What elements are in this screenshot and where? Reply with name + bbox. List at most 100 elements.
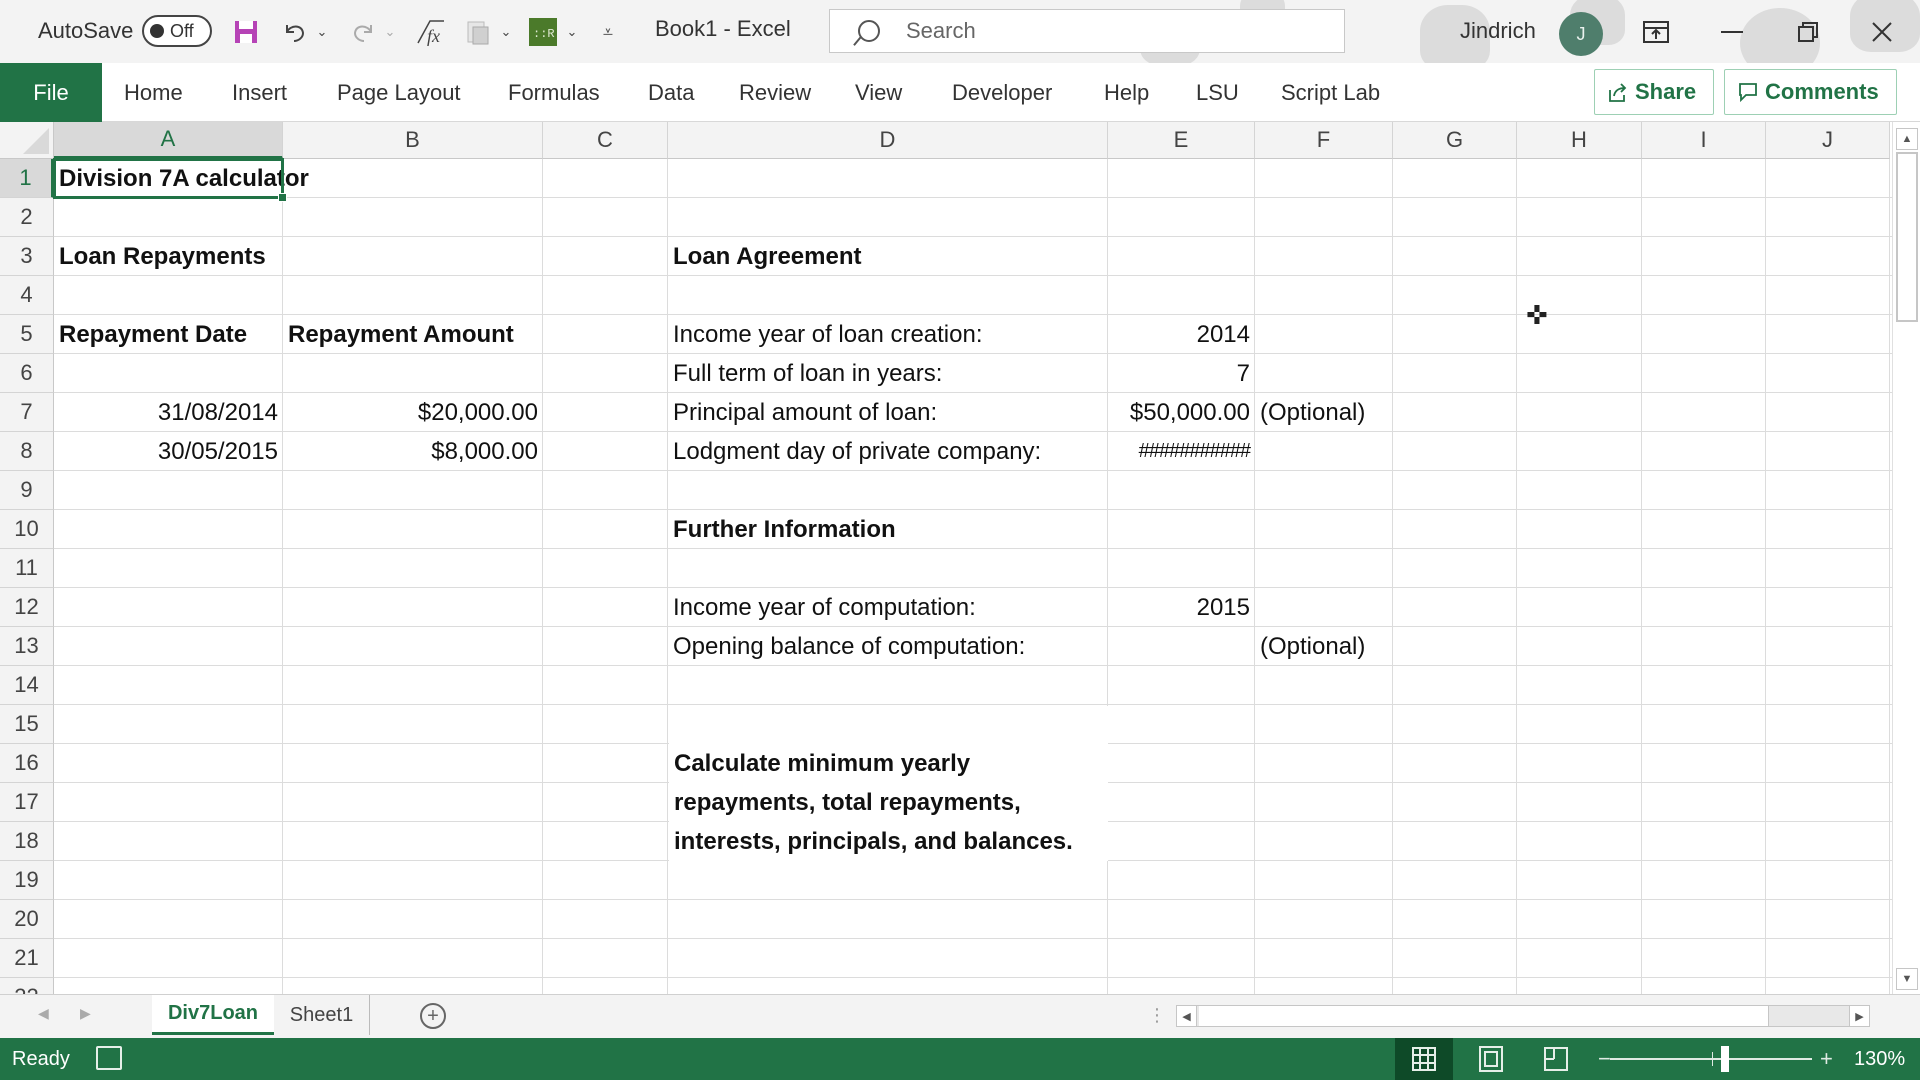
tab-file[interactable]: File xyxy=(0,63,102,122)
scroll-up-icon[interactable]: ▲ xyxy=(1896,128,1918,150)
sheet-tab-div7loan[interactable]: Div7Loan xyxy=(152,995,274,1035)
next-sheet-icon[interactable]: ▶ xyxy=(80,1005,91,1022)
zoom-slider-thumb[interactable] xyxy=(1721,1046,1729,1072)
zoom-level[interactable]: 130% xyxy=(1854,1048,1905,1071)
tab-insert[interactable]: Insert xyxy=(232,80,287,106)
row-header-12[interactable]: 12 xyxy=(0,588,54,627)
row-header-14[interactable]: 14 xyxy=(0,666,54,705)
fill-handle[interactable] xyxy=(278,193,287,202)
customize-qat-icon[interactable]: ⩡ xyxy=(598,17,618,47)
column-header-f[interactable]: F xyxy=(1255,122,1393,159)
row-header-4[interactable]: 4 xyxy=(0,276,54,315)
user-name[interactable]: Jindrich xyxy=(1460,18,1536,44)
script-lab-dropdown-icon[interactable]: ⌄ xyxy=(564,17,580,47)
zoom-out-button[interactable]: − xyxy=(1598,1046,1611,1072)
row-header-7[interactable]: 7 xyxy=(0,393,54,432)
comments-button[interactable]: Comments xyxy=(1724,69,1897,115)
cell-E7[interactable]: $50,000.00 xyxy=(1108,393,1255,432)
row-header-17[interactable]: 17 xyxy=(0,783,54,822)
scroll-left-icon[interactable]: ◀ xyxy=(1177,1006,1197,1026)
scroll-down-icon[interactable]: ▼ xyxy=(1896,968,1918,990)
prev-sheet-icon[interactable]: ◀ xyxy=(38,1005,49,1022)
redo-icon[interactable] xyxy=(348,17,378,47)
search-box[interactable]: Search xyxy=(829,9,1345,53)
merged-cell-D15-D18[interactable]: Calculate minimum yearly repayments, tot… xyxy=(669,706,1108,861)
worksheet-grid[interactable]: ABCDEFGHIJ 1 2 3 4 5 6 7 8 9 10 11 12 13 14 15 16 17 18 19… xyxy=(0,122,1892,994)
share-button[interactable]: Share xyxy=(1594,69,1714,115)
cell-D5[interactable]: Income year of loan creation: xyxy=(668,315,988,354)
cell-D3[interactable]: Loan Agreement xyxy=(668,237,866,276)
row-header-1[interactable]: 1 xyxy=(0,159,54,198)
horizontal-scroll-thumb[interactable] xyxy=(1199,1006,1769,1026)
cell-D7[interactable]: Principal amount of loan: xyxy=(668,393,942,432)
row-header-2[interactable]: 2 xyxy=(0,198,54,237)
row-header-10[interactable]: 10 xyxy=(0,510,54,549)
undo-icon[interactable] xyxy=(280,17,310,47)
row-header-8[interactable]: 8 xyxy=(0,432,54,471)
cell-B8[interactable]: $8,000.00 xyxy=(283,432,543,471)
cell-B5[interactable]: Repayment Amount xyxy=(283,315,519,354)
vertical-scroll-thumb[interactable] xyxy=(1896,152,1918,322)
undo-dropdown-icon[interactable]: ⌄ xyxy=(314,17,330,47)
paste-values-icon[interactable] xyxy=(464,17,492,47)
row-header-22[interactable]: 22 xyxy=(0,978,54,994)
cell-E8[interactable]: ########### xyxy=(1108,432,1255,471)
tab-help[interactable]: Help xyxy=(1104,80,1149,106)
row-header-9[interactable]: 9 xyxy=(0,471,54,510)
cell-D8[interactable]: Lodgment day of private company: xyxy=(668,432,1046,471)
row-header-5[interactable]: 5 xyxy=(0,315,54,354)
cell-D13[interactable]: Opening balance of computation: xyxy=(668,627,1030,666)
cell-D12[interactable]: Income year of computation: xyxy=(668,588,981,627)
restore-icon[interactable] xyxy=(1788,12,1828,52)
horizontal-scrollbar[interactable]: ◀ ▶ xyxy=(1176,1005,1870,1027)
column-header-h[interactable]: H xyxy=(1517,122,1642,159)
row-header-21[interactable]: 21 xyxy=(0,939,54,978)
tab-formulas[interactable]: Formulas xyxy=(508,80,600,106)
cell-E12[interactable]: 2015 xyxy=(1108,588,1255,627)
scroll-right-icon[interactable]: ▶ xyxy=(1849,1006,1869,1026)
cell-E6[interactable]: 7 xyxy=(1108,354,1255,393)
cell-A8[interactable]: 30/05/2015 xyxy=(54,432,283,471)
vertical-scrollbar[interactable]: ▲ ▼ xyxy=(1892,122,1920,994)
accessibility-icon[interactable] xyxy=(96,1046,122,1070)
tab-view[interactable]: View xyxy=(855,80,902,106)
row-header-19[interactable]: 19 xyxy=(0,861,54,900)
cell-B7[interactable]: $20,000.00 xyxy=(283,393,543,432)
column-header-b[interactable]: B xyxy=(283,122,543,159)
row-header-11[interactable]: 11 xyxy=(0,549,54,588)
avatar[interactable]: J xyxy=(1559,12,1603,56)
row-header-3[interactable]: 3 xyxy=(0,237,54,276)
column-header-d[interactable]: D xyxy=(668,122,1108,159)
cell-A7[interactable]: 31/08/2014 xyxy=(54,393,283,432)
column-header-i[interactable]: I xyxy=(1642,122,1766,159)
cell-A5[interactable]: Repayment Date xyxy=(54,315,252,354)
redo-dropdown-icon[interactable]: ⌄ xyxy=(382,17,398,47)
cell-D10[interactable]: Further Information xyxy=(668,510,901,549)
row-header-20[interactable]: 20 xyxy=(0,900,54,939)
cell-E5[interactable]: 2014 xyxy=(1108,315,1255,354)
autosave-toggle[interactable]: Off xyxy=(142,15,212,47)
tab-data[interactable]: Data xyxy=(648,80,694,106)
tab-script-lab[interactable]: Script Lab xyxy=(1281,80,1380,106)
column-header-j[interactable]: J xyxy=(1766,122,1890,159)
column-header-c[interactable]: C xyxy=(543,122,668,159)
cell-F7[interactable]: (Optional) xyxy=(1255,393,1370,432)
column-header-a[interactable]: A xyxy=(54,122,283,159)
tab-splitter-handle[interactable]: ⋮ xyxy=(1148,1005,1166,1026)
add-sheet-button[interactable]: + xyxy=(420,1003,446,1029)
column-header-g[interactable]: G xyxy=(1393,122,1517,159)
tab-developer[interactable]: Developer xyxy=(952,80,1052,106)
column-header-e[interactable]: E xyxy=(1108,122,1255,159)
normal-view-button[interactable] xyxy=(1395,1038,1453,1080)
zoom-in-button[interactable]: + xyxy=(1820,1046,1833,1072)
tab-review[interactable]: Review xyxy=(739,80,811,106)
cell-A3[interactable]: Loan Repayments xyxy=(54,237,271,276)
clear-formats-icon[interactable]: fx xyxy=(414,17,448,47)
page-layout-view-button[interactable] xyxy=(1462,1038,1520,1080)
paste-dropdown-icon[interactable]: ⌄ xyxy=(498,17,514,47)
cell-F13[interactable]: (Optional) xyxy=(1255,627,1370,666)
script-lab-icon[interactable]: ::R xyxy=(528,17,558,47)
zoom-slider[interactable] xyxy=(1610,1058,1812,1060)
active-cell-selection[interactable] xyxy=(53,158,287,202)
row-header-16[interactable]: 16 xyxy=(0,744,54,783)
